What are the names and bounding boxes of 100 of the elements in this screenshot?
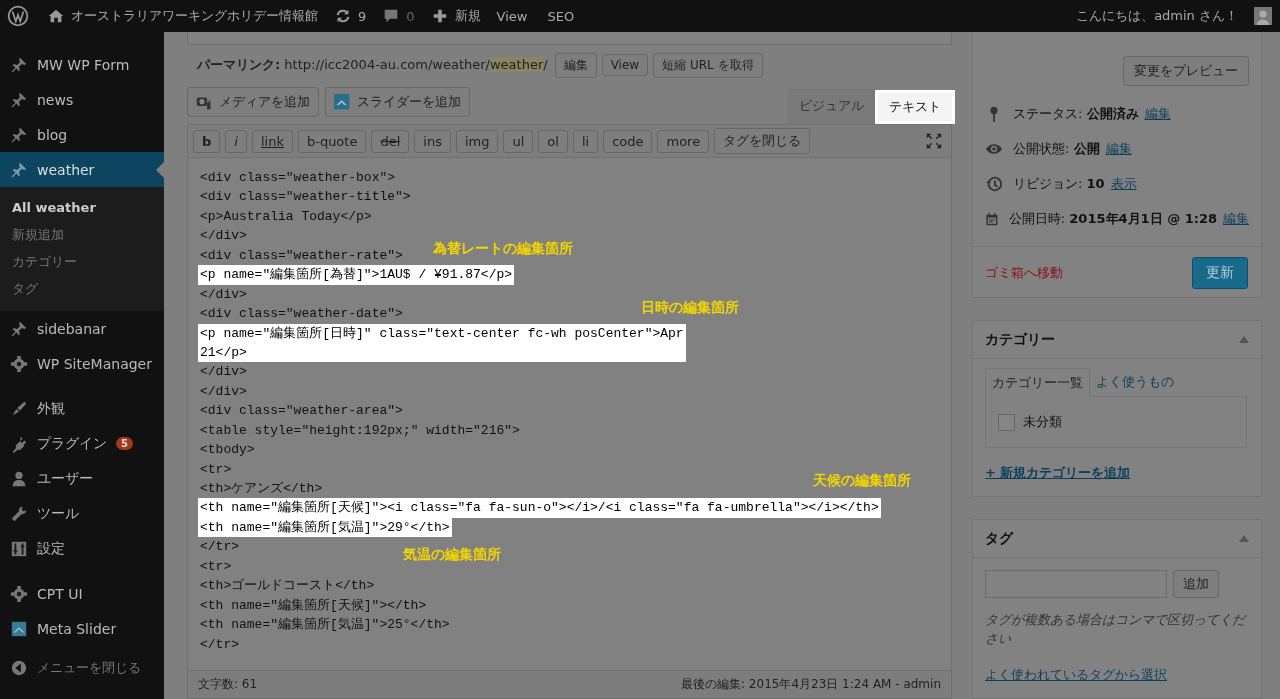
refresh-icon[interactable]: [334, 7, 352, 25]
sidebar-item-label: 外観: [37, 399, 65, 418]
brush-icon: [10, 399, 28, 418]
sidebar-item-label: CPT UI: [37, 585, 83, 602]
editor-tab[interactable]: テキスト: [875, 90, 955, 124]
quicktag-button[interactable]: ins: [414, 129, 451, 153]
popular-tags-link[interactable]: よく使われているタグから選択: [985, 667, 1167, 682]
code-line: 21</p>: [199, 343, 248, 362]
quicktag-button[interactable]: i: [225, 129, 247, 153]
pin-icon: [10, 319, 28, 338]
trash-link[interactable]: ゴミ箱へ移動: [985, 264, 1063, 282]
add-tag-button[interactable]: 追加: [1173, 570, 1219, 598]
sidebar-item[interactable]: CPT UI: [0, 576, 164, 611]
code-line: <th name="編集箇所[気温]">25°</th>: [199, 616, 451, 635]
category-label: 未分類: [1023, 413, 1062, 431]
sidebar-item[interactable]: blog: [0, 117, 164, 152]
code-line: </div>: [199, 227, 248, 246]
sliders-icon: [10, 539, 28, 558]
pin-icon: [10, 55, 28, 74]
category-tab[interactable]: よく使うもの: [1090, 368, 1180, 396]
comments-count[interactable]: 0: [406, 8, 415, 24]
quicktag-button[interactable]: link: [251, 129, 293, 153]
submenu-item[interactable]: カテゴリー: [0, 248, 164, 275]
quicktag-button[interactable]: ul: [503, 129, 534, 153]
sidebar-item[interactable]: MW WP Form: [0, 47, 164, 82]
wordpress-logo-icon[interactable]: [7, 5, 29, 27]
quicktag-button[interactable]: del: [371, 129, 410, 153]
sidebar-item[interactable]: プラグイン 5: [0, 426, 164, 461]
update-button[interactable]: 更新: [1192, 257, 1248, 289]
publish-edit-link[interactable]: 編集: [1223, 209, 1249, 228]
plug-icon: [10, 434, 28, 453]
new-link[interactable]: 新規: [454, 7, 481, 25]
title-field[interactable]: [187, 32, 952, 45]
gear-icon: [10, 584, 28, 603]
code-line: </tr>: [199, 538, 240, 557]
code-line: <th name="編集箇所[天候]"></th>: [199, 596, 428, 615]
submenu-item[interactable]: All weather: [0, 194, 164, 221]
updates-count[interactable]: 9: [358, 8, 367, 24]
word-count: 文字数: 61: [198, 676, 258, 693]
code-line: <tbody>: [199, 441, 256, 460]
quicktag-button[interactable]: タグを閉じる: [714, 128, 811, 154]
sidebar-item[interactable]: news: [0, 82, 164, 117]
add-media-button[interactable]: メディアを追加: [187, 87, 319, 117]
annotation-label: 日時の編集箇所: [641, 299, 739, 317]
code-line: <th>ケアンズ</th>: [199, 480, 324, 498]
quicktag-button[interactable]: li: [572, 129, 599, 153]
category-checkbox[interactable]: [998, 413, 1015, 431]
submenu-item[interactable]: タグ: [0, 275, 164, 302]
quicktag-button[interactable]: code: [603, 129, 653, 153]
code-line: <th name="編集箇所[天候]"><i class="fa fa-sun-o"></i>/<i class="fa fa-umbrella"></i></th>: [199, 499, 880, 518]
preview-button[interactable]: 変更をプレビュー: [1123, 56, 1249, 86]
annotation-label: 天候の編集箇所: [813, 472, 911, 490]
sidebar-item[interactable]: Meta Slider: [0, 611, 164, 646]
box-title: カテゴリー: [985, 330, 1055, 349]
sidebar-item-label: 設定: [37, 539, 65, 558]
quicktag-button[interactable]: b-quote: [297, 129, 367, 153]
permalink-button[interactable]: 短縮 URL を取得: [653, 52, 763, 78]
last-edited: 最後の編集: 2015年4月23日 1:24 AM - admin: [681, 676, 941, 693]
sidebar-item-label: sidebanar: [37, 320, 107, 337]
box-title: タグ: [985, 529, 1013, 548]
admin-bar-link[interactable]: SEO: [547, 8, 575, 24]
sidebar-item[interactable]: 外観: [0, 391, 164, 426]
add-slider-button[interactable]: スライダーを追加: [325, 87, 470, 117]
permalink-button[interactable]: 編集: [554, 52, 597, 78]
sidebar-item-label: ツール: [37, 504, 79, 523]
greeting-link[interactable]: こんにちは、admin さん！: [1076, 7, 1238, 25]
quicktag-button[interactable]: more: [657, 129, 710, 153]
publish-edit-link[interactable]: 編集: [1144, 104, 1171, 123]
update-count-badge: 5: [116, 437, 133, 450]
code-line: <p name="編集箇所[日時]" class="text-center fc-wh posCenter">Apr: [199, 324, 685, 343]
sidebar-item[interactable]: ユーザー: [0, 461, 164, 496]
sidebar-item-label: weather: [37, 161, 95, 178]
code-line: <div class="weather-box">: [199, 169, 397, 187]
sidebar-item[interactable]: WP SiteManager: [0, 346, 164, 381]
permalink: パーマリンク: http://icc2004-au.com/weather/weather/: [197, 56, 548, 74]
quicktag-button[interactable]: b: [193, 129, 221, 153]
add-category-link[interactable]: + 新規カテゴリーを追加: [985, 465, 1131, 480]
sidebar-item[interactable]: 設定: [0, 531, 164, 566]
quicktag-button[interactable]: img: [455, 129, 499, 153]
sidebar-item[interactable]: sidebanar: [0, 311, 164, 346]
code-line: <div class="weather-title">: [199, 188, 412, 207]
code-line: </tr>: [199, 635, 240, 654]
home-icon[interactable]: [47, 7, 65, 25]
submenu-item[interactable]: 新規追加: [0, 221, 164, 248]
tag-input-field[interactable]: [985, 570, 1167, 598]
site-name-link[interactable]: オーストラリアワーキングホリデー情報館: [71, 7, 318, 25]
sidebar-item[interactable]: weather: [0, 152, 164, 187]
publish-edit-link[interactable]: 編集: [1105, 139, 1132, 158]
admin-bar-link[interactable]: View: [496, 8, 528, 24]
publish-info: 公開状態: 公開: [1013, 139, 1100, 158]
permalink-button[interactable]: View: [601, 54, 649, 76]
fullscreen-icon[interactable]: [925, 132, 943, 150]
sidebar-item[interactable]: ツール: [0, 496, 164, 531]
code-line: <p>Australia Today</p>: [199, 207, 373, 226]
sidebar-item-label: WP SiteManager: [37, 355, 152, 372]
editor-tab[interactable]: ビジュアル: [788, 89, 875, 124]
collapse-menu-button[interactable]: メニューを閉じる: [0, 650, 164, 685]
publish-info: 公開日時: 2015年4月1日 @ 1:28: [1008, 209, 1217, 228]
quicktag-button[interactable]: ol: [538, 129, 568, 153]
publish-edit-link[interactable]: 表示: [1110, 174, 1137, 193]
